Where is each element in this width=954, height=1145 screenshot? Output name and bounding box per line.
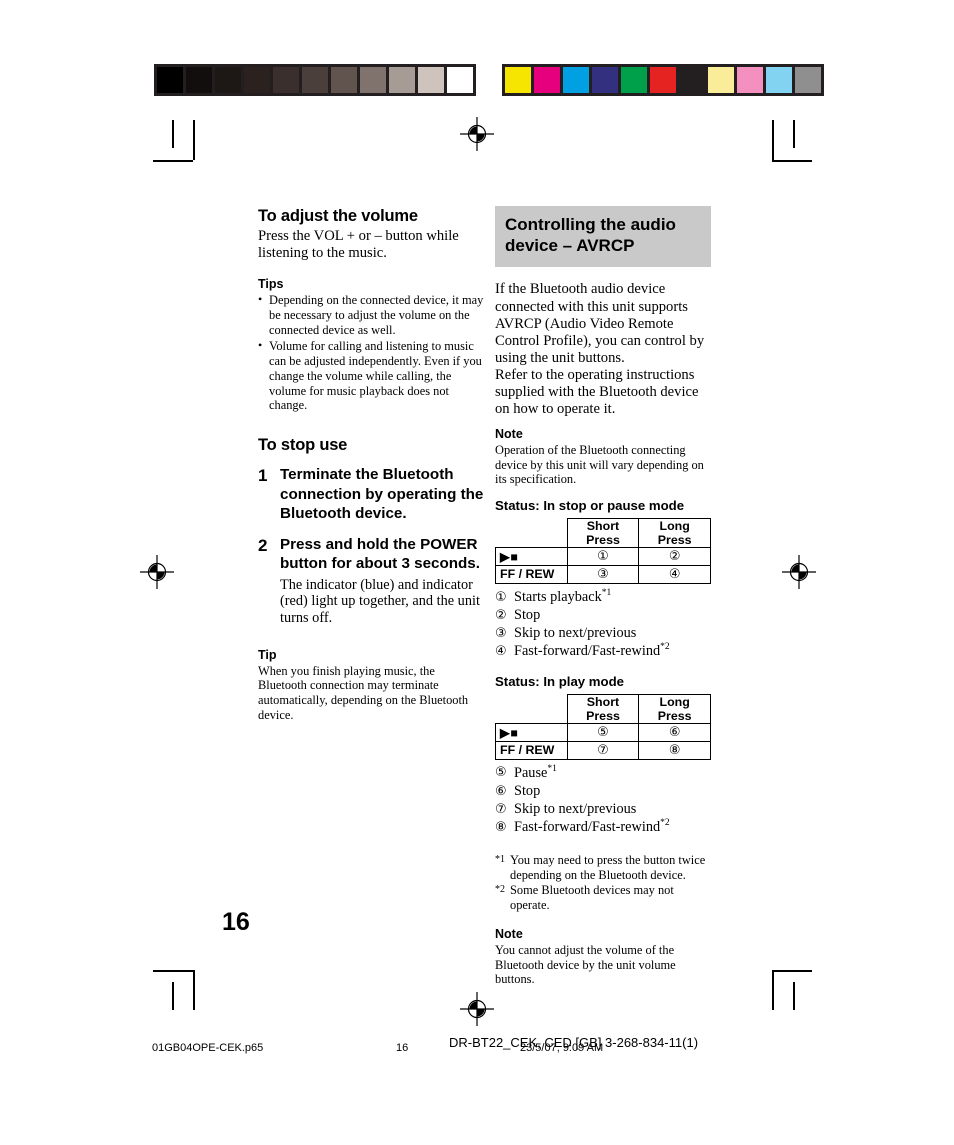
- legend-text: Pause: [514, 764, 548, 781]
- column-header-long-press: Long Press: [638, 693, 711, 724]
- avrcp-intro-paragraph-2: Refer to the operating instructions supp…: [495, 366, 699, 417]
- footnote-text: Some Bluetooth devices may not operate.: [510, 883, 674, 913]
- table-header-row: Short Press Long Press: [495, 693, 711, 724]
- list-item: ② Stop: [495, 606, 713, 624]
- footnote-text: You may need to press the button twice d…: [510, 853, 706, 883]
- step-2-description: The indicator (blue) and indicator (red)…: [280, 576, 480, 627]
- row-header-ff-rew: FF / REW: [495, 740, 568, 760]
- column-header-long-press: Long Press: [638, 517, 711, 548]
- row-header-ff-rew: FF / REW: [495, 564, 568, 584]
- table-corner-cell: [495, 694, 568, 724]
- tip-body-text: When you finish playing music, the Bluet…: [258, 663, 469, 722]
- cell-long-press: ②: [638, 546, 711, 566]
- cell-short-press: ①: [566, 546, 640, 566]
- heading-note-1: Note: [495, 426, 523, 441]
- cell-short-press: ⑦: [566, 740, 640, 760]
- column-header-short-press: Short Press: [566, 693, 640, 724]
- legend-text: Stop: [514, 782, 541, 799]
- section-title-line-1: Controlling the audio: [505, 215, 676, 234]
- step-text: Press and hold the POWER button for abou…: [280, 535, 480, 573]
- heading-to-adjust-the-volume: To adjust the volume: [258, 207, 418, 225]
- avrcp-intro-paragraph: If the Bluetooth audio device connected …: [495, 281, 705, 366]
- footnote-ref: *2: [660, 642, 670, 653]
- legend-marker: ④: [495, 644, 507, 660]
- note-1-body: Operation of the Bluetooth connecting de…: [495, 442, 704, 487]
- tips-list: Depending on the connected device, it ma…: [258, 292, 486, 413]
- legend-text: Skip to next/previous: [514, 800, 637, 817]
- footnote-ref: *1: [601, 587, 612, 598]
- legend-text: Stop: [514, 606, 541, 623]
- legend-marker: ⑧: [495, 820, 507, 836]
- list-item: ⑦ Skip to next/previous: [495, 800, 713, 818]
- table-header-row: Short Press Long Press: [495, 517, 711, 548]
- right-column: Controlling the audio device – AVRCP If …: [495, 206, 713, 987]
- heading-to-stop-use: To stop use: [258, 436, 348, 455]
- cell-short-press: ⑤: [566, 722, 640, 742]
- table-row: FF / REW ⑦ ⑧: [495, 740, 711, 760]
- step-1: 1 Terminate the Bluetooth connection by …: [258, 465, 486, 523]
- left-column: To adjust the volume Press the VOL + or …: [258, 206, 486, 722]
- footnote-marker: *1: [495, 854, 505, 866]
- legend-marker: ⑤: [495, 765, 507, 781]
- volume-body-text: Press the VOL + or – button while listen…: [258, 228, 459, 262]
- step-number: 1: [258, 466, 268, 486]
- legend-text: Skip to next/previous: [514, 625, 637, 642]
- footer-page-number: 16: [396, 1042, 409, 1054]
- table-row: ▶■ ① ②: [495, 546, 711, 566]
- footnote-ref: *2: [660, 818, 670, 829]
- step-2: 2 Press and hold the POWER button for ab…: [258, 535, 486, 574]
- list-item: ③ Skip to next/previous: [495, 624, 713, 642]
- avrcp-table-stop-or-pause: Short Press Long Press ▶■ ① ② FF / REW ③…: [495, 517, 711, 584]
- heading-tips: Tips: [258, 277, 284, 292]
- cell-long-press: ④: [638, 564, 711, 584]
- list-item: ① Starts playback*1: [495, 588, 713, 606]
- list-item: ⑤ Pause*1: [495, 764, 713, 782]
- legend-marker: ②: [495, 607, 507, 623]
- legend-list-stop-or-pause: ① Starts playback*1 ② Stop ③ Skip to nex…: [495, 588, 713, 661]
- legend-text: Fast-forward/Fast-rewind: [514, 643, 661, 660]
- footer-timestamp: 23/5/07, 9:09 AM: [520, 1042, 604, 1054]
- legend-marker: ⑥: [495, 783, 507, 799]
- list-item: ⑥ Stop: [495, 782, 713, 800]
- legend-marker: ⑦: [495, 801, 507, 817]
- cell-long-press: ⑧: [638, 740, 711, 760]
- footer-filename: 01GB04OPE-CEK.p65: [152, 1042, 264, 1054]
- footnote-marker: *2: [495, 884, 505, 896]
- row-header-play-stop: ▶■: [495, 546, 568, 566]
- page-number: 16: [222, 908, 250, 936]
- table-corner-cell: [495, 518, 568, 548]
- status-label-play-mode: Status: In play mode: [495, 673, 624, 689]
- section-title-line-2: device – AVRCP: [505, 235, 635, 255]
- column-header-short-press: Short Press: [566, 517, 640, 548]
- cell-short-press: ③: [566, 564, 640, 584]
- heading-tip: Tip: [258, 647, 277, 662]
- footnote-2: *2 Some Bluetooth devices may not operat…: [495, 883, 713, 913]
- table-row: ▶■ ⑤ ⑥: [495, 722, 711, 742]
- legend-list-play-mode: ⑤ Pause*1 ⑥ Stop ⑦ Skip to next/previous…: [495, 764, 713, 837]
- footnote-ref: *1: [547, 763, 557, 774]
- table-row: FF / REW ③ ④: [495, 564, 711, 584]
- legend-text: Starts playback: [514, 588, 602, 605]
- status-label-stop-or-pause: Status: In stop or pause mode: [495, 497, 685, 513]
- list-item: Depending on the connected device, it ma…: [258, 292, 486, 338]
- list-item: ⑧ Fast-forward/Fast-rewind*2: [495, 818, 713, 836]
- avrcp-table-play-mode: Short Press Long Press ▶■ ⑤ ⑥ FF / REW ⑦…: [495, 693, 711, 760]
- row-header-play-stop: ▶■: [495, 722, 568, 742]
- section-title-box: Controlling the audio device – AVRCP: [495, 206, 711, 268]
- heading-note-2: Note: [495, 926, 523, 941]
- cell-long-press: ⑥: [638, 722, 711, 742]
- list-item: Volume for calling and listening to musi…: [258, 338, 486, 413]
- legend-marker: ①: [495, 589, 507, 605]
- legend-marker: ③: [495, 626, 507, 642]
- legend-text: Fast-forward/Fast-rewind: [514, 819, 661, 836]
- list-item: ④ Fast-forward/Fast-rewind*2: [495, 642, 713, 660]
- step-text: Terminate the Bluetooth connection by op…: [280, 466, 484, 523]
- page-content: To adjust the volume Press the VOL + or …: [0, 0, 954, 1145]
- step-number: 2: [258, 535, 268, 555]
- note-2-body: You cannot adjust the volume of the Blue…: [495, 942, 676, 987]
- footnote-1: *1 You may need to press the button twic…: [495, 853, 713, 883]
